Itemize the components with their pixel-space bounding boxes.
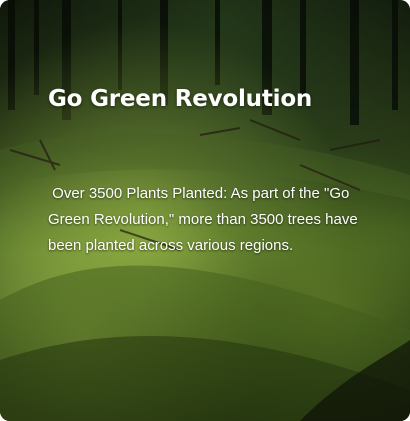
card-title: Go Green Revolution bbox=[48, 86, 313, 112]
campaign-card: Go Green Revolution Over 3500 Plants Pla… bbox=[0, 0, 410, 421]
card-description: Over 3500 Plants Planted: As part of the… bbox=[48, 185, 362, 254]
